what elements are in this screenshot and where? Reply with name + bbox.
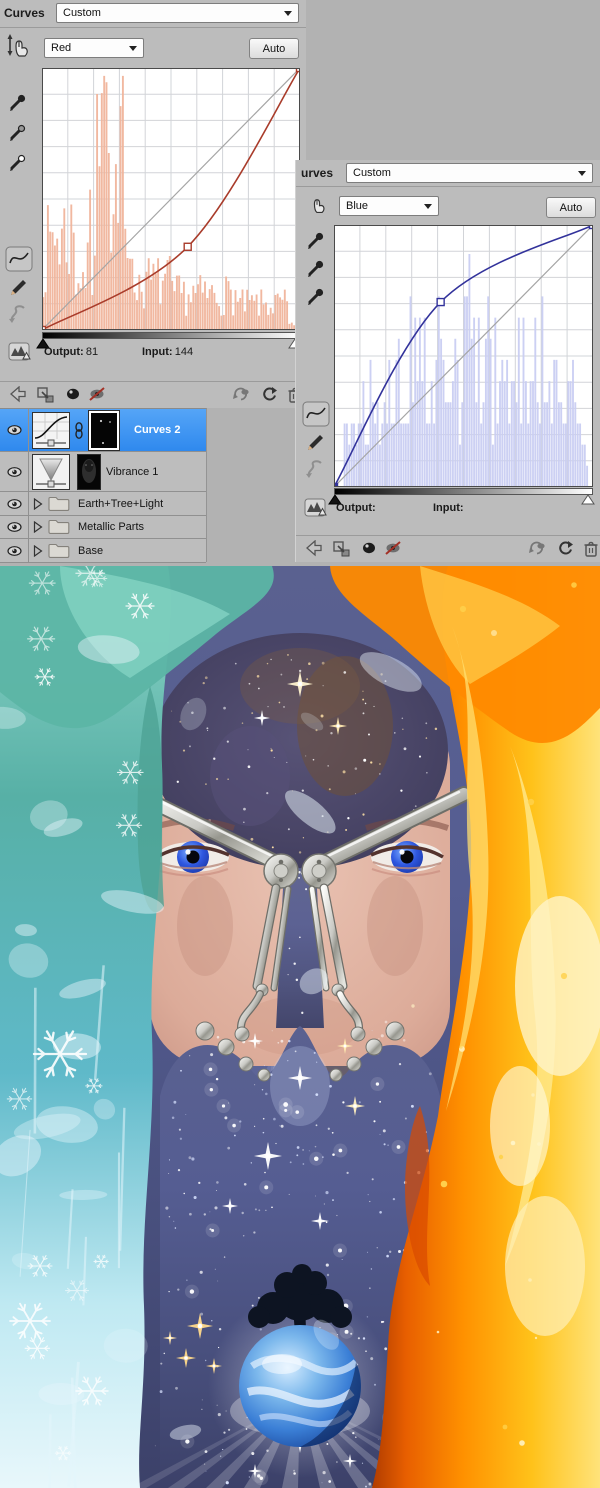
scrubby-hand-icon[interactable] xyxy=(6,33,32,59)
highlight-input-slider[interactable] xyxy=(581,495,595,505)
curves-plot-red[interactable] xyxy=(42,68,300,330)
previous-state-eye-icon[interactable] xyxy=(88,386,106,403)
channel-value: Blue xyxy=(346,200,369,212)
folder-icon xyxy=(48,496,70,511)
clip-to-layer-icon[interactable] xyxy=(332,540,350,557)
layer-name: Base xyxy=(78,544,104,557)
layer-row-curves-2[interactable]: Curves 2 xyxy=(0,409,206,452)
layer-mask-thumbnail[interactable] xyxy=(77,454,101,490)
layer-name: Curves 2 xyxy=(134,424,181,436)
panel-title: Curves xyxy=(4,6,45,20)
visibility-eye-icon[interactable] xyxy=(0,452,29,491)
return-arrow-icon[interactable] xyxy=(304,540,322,557)
trash-icon[interactable] xyxy=(582,540,600,557)
white-point-eyedropper-icon[interactable] xyxy=(9,154,27,172)
layer-name: Metallic Parts xyxy=(78,521,145,533)
preset-value: Custom xyxy=(63,7,101,19)
white-point-eyedropper-icon[interactable] xyxy=(307,288,325,306)
photoshop-workspace: Curves Custom Red Auto Output: 81 Input:… xyxy=(0,0,600,1488)
input-readout: Input: xyxy=(433,502,466,514)
disclosure-triangle-icon[interactable] xyxy=(33,545,43,557)
curves-panel-blue: urves Custom Blue Auto Output: Input: xyxy=(295,160,600,562)
layer-row-vibrance-1[interactable]: Vibrance 1 xyxy=(0,452,206,492)
reset-icon[interactable] xyxy=(556,540,574,557)
scrubby-hand-icon[interactable] xyxy=(306,192,328,216)
curves-plot-blue[interactable] xyxy=(334,225,593,487)
switch-state-icon[interactable] xyxy=(232,386,250,403)
vibrance-adjustment-thumbnail[interactable] xyxy=(32,454,70,490)
histogram-warning-icon[interactable] xyxy=(8,342,32,364)
layer-mask-thumbnail[interactable] xyxy=(88,410,120,451)
layer-row-metallic-parts[interactable]: Metallic Parts xyxy=(0,516,206,539)
reset-icon[interactable] xyxy=(260,386,278,403)
tone-gradient-bar xyxy=(334,488,593,495)
switch-state-icon[interactable] xyxy=(528,540,546,557)
channel-value: Red xyxy=(51,42,72,54)
input-readout: Input: 144 xyxy=(142,346,193,358)
return-arrow-icon[interactable] xyxy=(8,386,26,403)
preset-dropdown[interactable]: Custom xyxy=(56,3,299,23)
channel-dropdown[interactable]: Blue xyxy=(339,196,439,216)
histogram-warning-icon[interactable] xyxy=(304,498,328,520)
pencil-tool-icon[interactable] xyxy=(305,433,325,453)
previous-state-eye-icon[interactable] xyxy=(384,540,402,557)
preset-value: Custom xyxy=(353,167,391,179)
black-point-eyedropper-icon[interactable] xyxy=(9,94,27,112)
chevron-down-icon xyxy=(284,10,292,16)
artwork-canvas xyxy=(0,566,600,1488)
adjustments-footer-toolbar xyxy=(0,382,306,408)
clip-to-layer-icon[interactable] xyxy=(36,386,54,403)
output-label: Output: xyxy=(336,502,376,514)
channel-dropdown[interactable]: Red xyxy=(44,38,144,58)
output-label: Output: xyxy=(44,346,84,358)
layers-panel: Curves 2 Vibrance 1 Earth+Tree+Light Met… xyxy=(0,408,207,563)
layer-row-earth-tree-light[interactable]: Earth+Tree+Light xyxy=(0,492,206,516)
preset-dropdown[interactable]: Custom xyxy=(346,163,593,183)
pencil-tool-icon[interactable] xyxy=(8,278,28,298)
link-mask-icon[interactable] xyxy=(74,422,84,439)
tone-gradient-bar xyxy=(42,332,300,339)
visibility-eye-icon[interactable] xyxy=(64,386,82,403)
curve-point-tool-icon[interactable] xyxy=(5,246,33,272)
curves-panel-red: Curves Custom Red Auto Output: 81 Input:… xyxy=(0,0,306,408)
disclosure-triangle-icon[interactable] xyxy=(33,521,43,533)
auto-button[interactable]: Auto xyxy=(249,38,299,59)
visibility-eye-icon[interactable] xyxy=(0,516,29,538)
input-label: Input: xyxy=(142,346,173,358)
output-readout: Output: 81 xyxy=(44,346,98,358)
smooth-curve-icon[interactable] xyxy=(7,304,31,324)
layer-row-base[interactable]: Base xyxy=(0,539,206,563)
folder-icon xyxy=(48,519,70,534)
chevron-down-icon xyxy=(129,45,137,51)
chevron-down-icon xyxy=(578,170,586,176)
curve-point-tool-icon[interactable] xyxy=(302,401,330,427)
visibility-eye-icon[interactable] xyxy=(0,409,29,451)
auto-button[interactable]: Auto xyxy=(546,197,596,218)
visibility-eye-icon[interactable] xyxy=(360,540,378,557)
curves-adjustment-thumbnail[interactable] xyxy=(32,412,70,449)
output-value: 81 xyxy=(85,346,99,358)
black-point-eyedropper-icon[interactable] xyxy=(307,232,325,250)
input-value: 144 xyxy=(174,346,194,358)
gray-point-eyedropper-icon[interactable] xyxy=(9,124,27,142)
adjustments-footer-toolbar xyxy=(296,536,600,562)
output-readout: Output: xyxy=(336,502,378,514)
input-label: Input: xyxy=(433,502,464,514)
chevron-down-icon xyxy=(424,203,432,209)
visibility-eye-icon[interactable] xyxy=(0,492,29,515)
disclosure-triangle-icon[interactable] xyxy=(33,498,43,510)
smooth-curve-icon[interactable] xyxy=(304,459,328,479)
folder-icon xyxy=(48,543,70,558)
layer-name: Vibrance 1 xyxy=(106,465,159,478)
gray-point-eyedropper-icon[interactable] xyxy=(307,260,325,278)
visibility-eye-icon[interactable] xyxy=(0,539,29,562)
layer-name: Earth+Tree+Light xyxy=(78,497,164,510)
panel-title-clipped: urves xyxy=(301,166,334,180)
